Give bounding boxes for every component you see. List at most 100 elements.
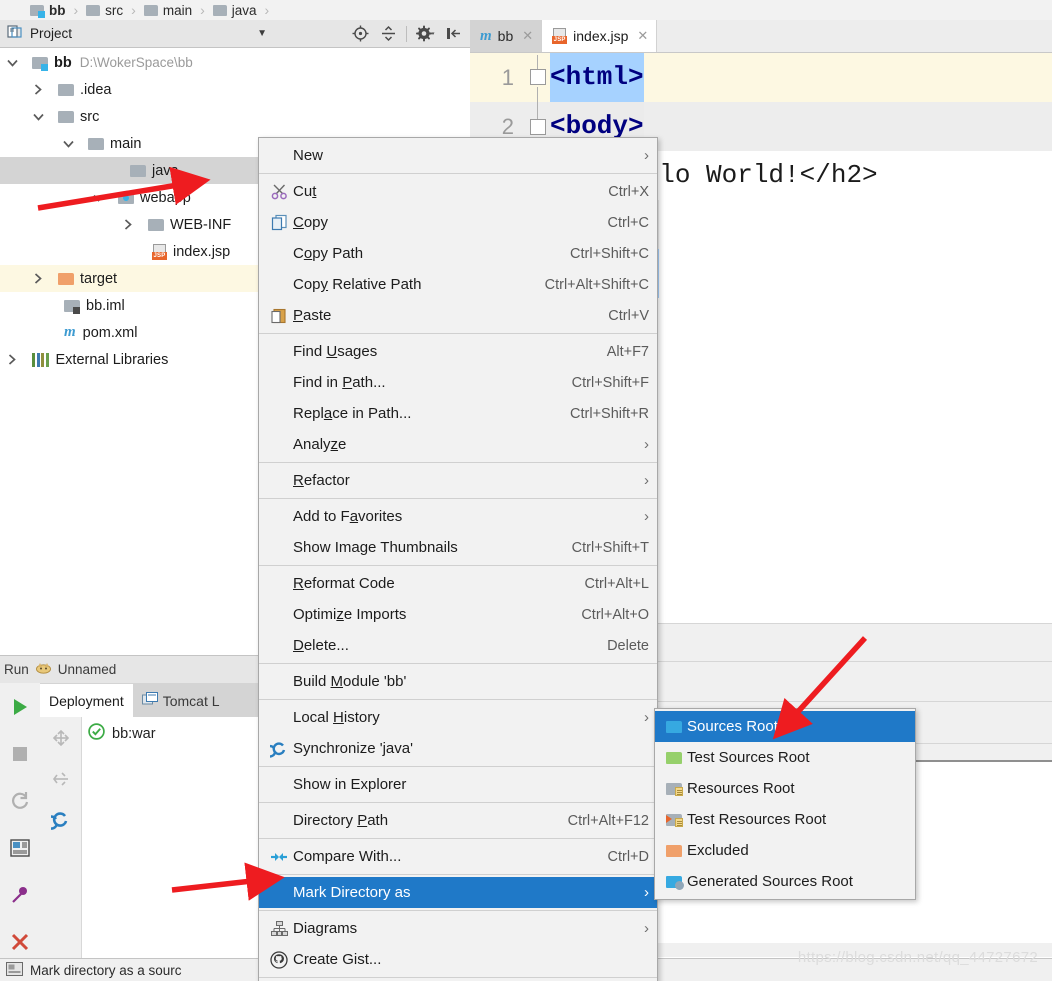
menu-item-analyze[interactable]: Analyze › (259, 429, 657, 460)
tree-node-label: index.jsp (173, 243, 231, 260)
locate-icon[interactable] (347, 21, 373, 47)
redeploy-icon[interactable] (40, 799, 82, 840)
context-menu[interactable]: New › Cut Ctrl+X Copy Ctrl+C Copy Path C… (258, 137, 658, 981)
menu-item-build-module[interactable]: Build Module 'bb' (259, 666, 657, 697)
chevron-right-icon[interactable] (120, 211, 136, 238)
empty-icon (265, 471, 293, 491)
chevron-down-icon[interactable]: ▼ (257, 28, 267, 39)
chevron-down-icon[interactable] (90, 184, 106, 211)
menu-item-refactor[interactable]: Refactor › (259, 465, 657, 496)
watermark: https://blog.csdn.net/qq_44727672 (797, 949, 1038, 966)
menu-item-mark-directory-as[interactable]: Mark Directory as › (259, 877, 657, 908)
submenu-item-label: Generated Sources Root (687, 873, 853, 890)
empty-icon (265, 636, 293, 656)
menu-item-cut[interactable]: Cut Ctrl+X (259, 176, 657, 207)
hide-panel-icon[interactable] (440, 21, 466, 47)
tree-node-label: bb.iml (86, 297, 125, 314)
run-tab-label: Tomcat L (162, 692, 220, 709)
empty-icon (265, 435, 293, 455)
menu-separator (259, 173, 657, 174)
chevron-down-icon[interactable] (30, 103, 46, 130)
stop-icon[interactable] (0, 730, 40, 777)
menu-item-reformat-code[interactable]: Reformat Code Ctrl+Alt+L (259, 568, 657, 599)
run-panel-body: » Deployment Tomcat L (0, 683, 260, 981)
close-icon[interactable]: ✕ (522, 28, 533, 44)
submenu-item-resources-root[interactable]: Resources Root (655, 773, 915, 804)
menu-item-label: Compare With... (293, 848, 402, 865)
chevron-right-icon: › (644, 472, 649, 489)
tab-tomcat-log[interactable]: Tomcat L (132, 684, 229, 717)
menu-item-optimize-imports[interactable]: Optimize Imports Ctrl+Alt+O (259, 599, 657, 630)
menu-item-delete[interactable]: Delete... Delete (259, 630, 657, 661)
compare-icon (265, 847, 293, 867)
menu-item-directory-path[interactable]: Directory Path Ctrl+Alt+F12 (259, 805, 657, 836)
collapse-all-icon[interactable] (375, 21, 401, 47)
breadcrumb-item-main[interactable]: main (143, 0, 192, 20)
expand-all-icon[interactable] (40, 717, 82, 758)
tree-node-src[interactable]: src (0, 103, 470, 130)
close-icon[interactable]: ✕ (637, 28, 648, 44)
menu-item-show-image-thumbnails[interactable]: Show Image Thumbnails Ctrl+Shift+T (259, 532, 657, 563)
gear-icon[interactable] (412, 21, 438, 47)
menu-item-label: Add to Favorites (293, 508, 403, 525)
mark-directory-as-submenu[interactable]: Sources Root Test Sources Root Resources… (654, 708, 916, 900)
breadcrumb-separator: › (200, 2, 205, 18)
menu-item-copy-relative-path[interactable]: Copy Relative Path Ctrl+Alt+Shift+C (259, 269, 657, 300)
editor-tab-index-jsp[interactable]: JSP index.jsp ✕ (542, 20, 658, 52)
chevron-right-icon[interactable] (30, 265, 46, 292)
menu-item-synchronize[interactable]: Synchronize 'java' (259, 733, 657, 764)
menu-item-label: Show in Explorer (293, 776, 407, 793)
collapse-all-icon[interactable] (40, 758, 82, 799)
submenu-item-test-sources-root[interactable]: Test Sources Root (655, 742, 915, 773)
deployment-artifact-list[interactable]: bb:war (82, 717, 260, 958)
chevron-down-icon[interactable] (4, 49, 20, 76)
menu-item-show-in-explorer[interactable]: Show in Explorer (259, 769, 657, 800)
folder-icon (58, 110, 74, 124)
tree-node-idea[interactable]: .idea (0, 76, 470, 103)
submenu-item-test-resources-root[interactable]: Test Resources Root (655, 804, 915, 835)
chevron-right-icon[interactable] (4, 346, 20, 373)
menu-item-find-usages[interactable]: Find Usages Alt+F7 (259, 336, 657, 367)
fold-marker-1[interactable] (530, 69, 546, 85)
menu-item-label: Copy Path (293, 245, 364, 262)
tab-deployment[interactable]: Deployment (40, 684, 133, 717)
breadcrumb-item-java[interactable]: java (212, 0, 257, 20)
fold-marker-2[interactable] (530, 119, 546, 135)
menu-item-local-history[interactable]: Local History › (259, 702, 657, 733)
diagram-icon (265, 919, 293, 939)
breadcrumb-item-bb[interactable]: bb (30, 0, 66, 20)
run-icon[interactable] (0, 683, 40, 730)
tree-node-bb[interactable]: bb D:\WokerSpace\bb (0, 49, 470, 76)
menu-item-label: Optimize Imports (293, 606, 407, 623)
breadcrumb-separator: › (264, 2, 270, 18)
layout-icon[interactable] (0, 824, 40, 871)
menu-item-compare-with[interactable]: Compare With... Ctrl+D (259, 841, 657, 872)
menu-item-new[interactable]: New › (259, 140, 657, 171)
menu-item-add-to-favorites[interactable]: Add to Favorites › (259, 501, 657, 532)
menu-item-paste[interactable]: Paste Ctrl+V (259, 300, 657, 331)
pin-icon[interactable] (0, 871, 40, 918)
rerun-icon[interactable] (0, 777, 40, 824)
chevron-right-icon[interactable] (30, 76, 46, 103)
deployment-artifact-row[interactable]: bb:war (82, 723, 260, 744)
chevron-down-icon[interactable] (60, 130, 76, 157)
submenu-item-generated-sources-root[interactable]: Generated Sources Root (655, 866, 915, 897)
menu-item-accelerator: Ctrl+Alt+O (581, 606, 649, 623)
tree-node-label: bb (54, 54, 72, 71)
menu-item-label: Local History (293, 709, 380, 726)
menu-item-create-gist[interactable]: Create Gist... (259, 944, 657, 975)
submenu-item-sources-root[interactable]: Sources Root (655, 711, 915, 742)
module-folder-icon (32, 56, 48, 71)
menu-item-copy[interactable]: Copy Ctrl+C (259, 207, 657, 238)
editor-tab-bb[interactable]: m bb ✕ (470, 20, 543, 52)
menu-item-find-in-path[interactable]: Find in Path... Ctrl+Shift+F (259, 367, 657, 398)
iml-file-icon (64, 299, 80, 314)
menu-item-diagrams[interactable]: Diagrams › (259, 913, 657, 944)
menu-item-accelerator: Ctrl+C (607, 214, 650, 231)
breadcrumb-item-src[interactable]: src (86, 0, 123, 20)
menu-item-replace-in-path[interactable]: Replace in Path... Ctrl+Shift+R (259, 398, 657, 429)
folder-icon (143, 4, 158, 16)
editor-line-1[interactable]: 1 <html> (470, 53, 1052, 102)
submenu-item-excluded[interactable]: Excluded (655, 835, 915, 866)
menu-item-copy-path[interactable]: Copy Path Ctrl+Shift+C (259, 238, 657, 269)
